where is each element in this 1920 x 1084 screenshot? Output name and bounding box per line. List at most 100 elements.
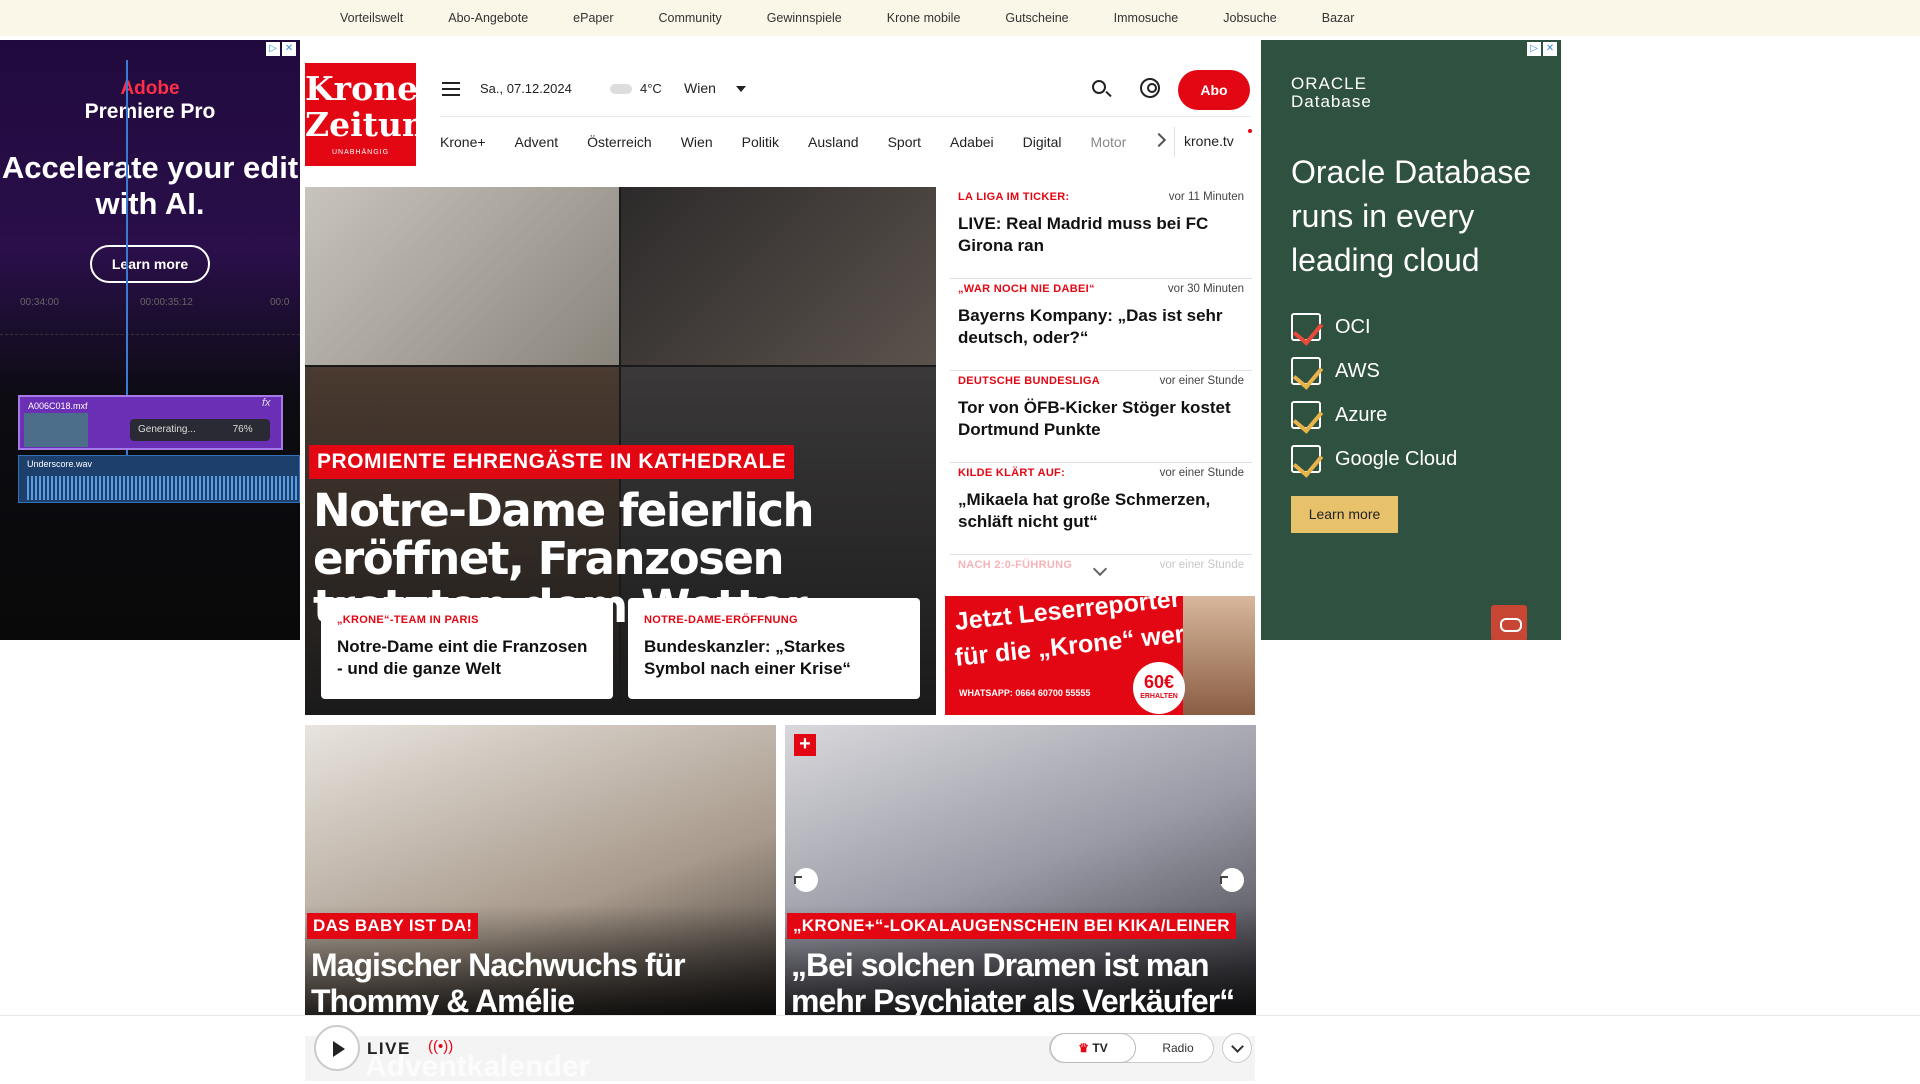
carousel-prev-icon[interactable] xyxy=(794,868,818,892)
search-icon[interactable] xyxy=(1092,80,1106,94)
reward-badge: 60€ ERHALTEN xyxy=(1133,662,1185,714)
ticker-item[interactable]: KILDE KLÄRT AUF: vor einer Stunde „Mikae… xyxy=(950,463,1252,555)
article-card[interactable]: DAS BABY IST DA! Magischer Nachwuchs für… xyxy=(305,725,776,1015)
nav-kronetv[interactable]: krone.tv xyxy=(1184,133,1234,149)
nav-item[interactable]: Advent xyxy=(515,134,559,150)
nav-item[interactable]: Österreich xyxy=(587,134,652,150)
krone-plus-icon: + xyxy=(794,734,816,756)
cloud-list: OCI AWS Azure Google Cloud xyxy=(1291,305,1457,481)
chevron-down-icon[interactable] xyxy=(736,86,746,92)
cloud-list-item: Google Cloud xyxy=(1291,437,1457,481)
ad-adobe-premiere[interactable]: ▷ ✕ Adobe Premiere Pro Accelerate your ed… xyxy=(0,40,300,640)
ad-choices[interactable]: ▷ ✕ xyxy=(1527,42,1557,56)
broadcast-icon: ((•)) xyxy=(428,1038,454,1055)
ad-learn-more-button[interactable]: Learn more xyxy=(90,245,210,283)
audio-clip: Underscore.wav xyxy=(18,455,300,503)
clip-filename: Underscore.wav xyxy=(27,459,93,469)
topnav-item[interactable]: Krone mobile xyxy=(887,11,961,25)
live-player-bar: Adventkalender LIVE ((•)) ♛ TV Radio xyxy=(0,1015,1920,1083)
live-label: LIVE xyxy=(367,1039,411,1058)
nav-item[interactable]: Motor xyxy=(1091,134,1127,150)
carousel-next-icon[interactable] xyxy=(1220,868,1244,892)
menu-icon[interactable] xyxy=(442,82,460,96)
reward-label: ERHALTEN xyxy=(1140,693,1178,700)
ticker-title[interactable]: LIVE: Real Madrid muss bei FC Girona ran xyxy=(958,213,1244,257)
topnav-item[interactable]: Abo-Angebote xyxy=(448,11,528,25)
city-selector[interactable]: Wien xyxy=(684,80,716,96)
ad-brand: Adobe xyxy=(120,78,180,99)
nav-divider xyxy=(1174,127,1175,157)
tv-tab[interactable]: ♛ TV xyxy=(1050,1033,1136,1063)
hero-image xyxy=(305,187,619,365)
nav-item[interactable]: Wien xyxy=(681,134,713,150)
tv-label: TV xyxy=(1092,1041,1108,1055)
nav-item[interactable]: Digital xyxy=(1023,134,1062,150)
sub-article[interactable]: NOTRE-DAME-ERÖFFNUNG Bundeskanzler: „Sta… xyxy=(628,598,920,699)
ruler-label: 00:0 xyxy=(270,297,290,308)
ticker-item[interactable]: DEUTSCHE BUNDESLIGA vor einer Stunde Tor… xyxy=(950,371,1252,463)
hero-article[interactable]: PROMIENTE EHRENGÄSTE IN KATHEDRALE Notre… xyxy=(305,187,936,715)
ticker-time: vor einer Stunde xyxy=(1159,467,1244,479)
article-card[interactable]: + „KRONE+“-LOKALAUGENSCHEIN BEI KIKA/LEI… xyxy=(785,725,1256,1015)
adchoices-icon[interactable]: ▷ xyxy=(266,42,280,56)
topnav-item[interactable]: Community xyxy=(658,11,721,25)
ticker-time: vor einer Stunde xyxy=(1159,375,1244,387)
topnav-item[interactable]: Bazar xyxy=(1322,11,1355,25)
checkmark-icon xyxy=(1291,445,1321,473)
nav-item[interactable]: Ausland xyxy=(808,134,859,150)
site-logo[interactable]: Kronen Zeitung UNABHÄNGIG xyxy=(305,63,449,166)
ticker-title[interactable]: Bayerns Kompany: „Das ist sehr deutsch, … xyxy=(958,305,1244,349)
chevron-down-icon[interactable] xyxy=(1222,1033,1252,1063)
promo-image xyxy=(1183,596,1255,715)
adchoices-icon[interactable]: ▷ xyxy=(1527,42,1541,56)
ad-learn-more-button[interactable]: Learn more xyxy=(1291,496,1398,533)
account-icon[interactable] xyxy=(1140,78,1160,98)
ticker-item[interactable]: „WAR NOCH NIE DABEI“ vor 30 Minuten Baye… xyxy=(950,279,1252,371)
leserreporter-promo[interactable]: Jetzt Leserreporter für die „Krone“ werd… xyxy=(945,596,1255,715)
checkmark-icon xyxy=(1291,357,1321,385)
ticker-item[interactable]: LA LIGA IM TICKER: vor 11 Minuten LIVE: … xyxy=(950,187,1252,279)
ad-choices[interactable]: ▷ ✕ xyxy=(266,42,296,56)
fx-badge: fx xyxy=(262,397,271,409)
current-date: Sa., 07.12.2024 xyxy=(480,81,572,96)
cloud-name: OCI xyxy=(1335,315,1371,338)
whatsapp-number: WHATSAPP: 0664 60700 55555 xyxy=(959,688,1091,698)
article-title[interactable]: „Bei solchen Dramen ist man mehr Psychia… xyxy=(791,947,1251,1015)
topnav-item[interactable]: Jobsuche xyxy=(1223,11,1277,25)
sub-article-title[interactable]: Bundeskanzler: „Starkes Symbol nach eine… xyxy=(644,636,904,680)
nav-item[interactable]: Politik xyxy=(742,134,779,150)
cloud-name: AWS xyxy=(1335,359,1380,382)
topnav-item[interactable]: Gutscheine xyxy=(1005,11,1068,25)
checkmark-icon xyxy=(1291,313,1321,341)
cloud-name: Azure xyxy=(1335,403,1388,426)
radio-tab[interactable]: Radio xyxy=(1146,1034,1210,1062)
media-toggle[interactable]: ♛ TV Radio xyxy=(1049,1033,1214,1063)
sub-article-title[interactable]: Notre-Dame eint die Franzosen - und die … xyxy=(337,636,597,680)
ticker-title[interactable]: „Mikaela hat große Schmerzen, schläft ni… xyxy=(958,489,1244,533)
nav-item[interactable]: Krone+ xyxy=(440,134,486,150)
topnav-item[interactable]: Gewinnspiele xyxy=(767,11,842,25)
oracle-logo: ORACLE xyxy=(1291,74,1367,93)
cloud-list-item: Azure xyxy=(1291,393,1457,437)
logo-line: Zeitung xyxy=(305,105,449,144)
generating-indicator: Generating... 76% xyxy=(130,419,270,441)
sub-article-kicker: „KRONE“-TEAM IN PARIS xyxy=(337,614,479,626)
nav-item[interactable]: Sport xyxy=(888,134,921,150)
header: Sa., 07.12.2024 4°C Wien Abo xyxy=(440,70,1250,110)
sub-article[interactable]: „KRONE“-TEAM IN PARIS Notre-Dame eint di… xyxy=(321,598,613,699)
cloud-icon xyxy=(610,84,632,94)
ticker-title[interactable]: Tor von ÖFB-Kicker Stöger kostet Dortmun… xyxy=(958,397,1244,441)
abo-button[interactable]: Abo xyxy=(1178,70,1250,110)
logo-line: Kronen xyxy=(305,69,443,108)
ad-oracle-database[interactable]: ▷ ✕ ORACLE Database Oracle Database runs … xyxy=(1261,40,1561,640)
topnav-item[interactable]: ePaper xyxy=(573,11,613,25)
play-icon[interactable] xyxy=(314,1025,360,1071)
topnav-item[interactable]: Immosuche xyxy=(1114,11,1179,25)
topnav-item[interactable]: Vorteilswelt xyxy=(340,11,403,25)
close-icon[interactable]: ✕ xyxy=(1543,42,1557,56)
cloud-name: Google Cloud xyxy=(1335,447,1458,470)
close-icon[interactable]: ✕ xyxy=(282,42,296,56)
article-title[interactable]: Magischer Nachwuchs für Thommy & Amélie xyxy=(311,947,771,1015)
nav-item[interactable]: Adabei xyxy=(950,134,994,150)
ad-headline: Oracle Database runs in every leading cl… xyxy=(1291,154,1532,278)
